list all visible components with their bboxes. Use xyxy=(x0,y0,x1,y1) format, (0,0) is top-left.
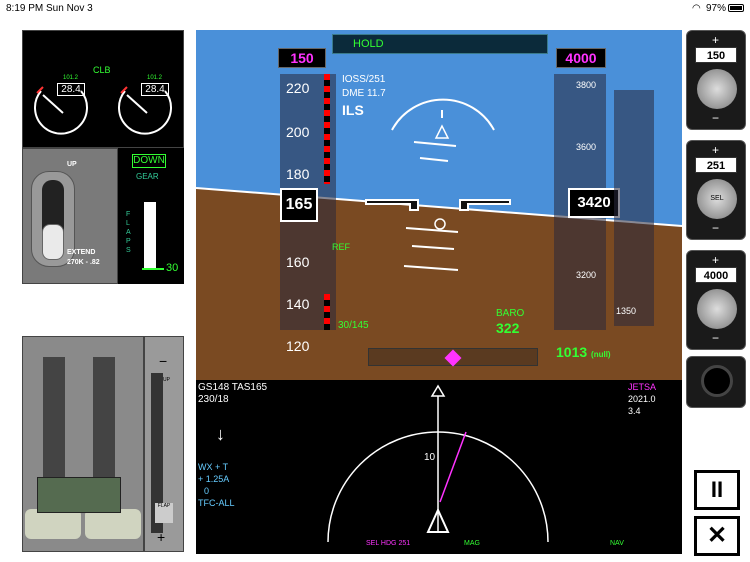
speedbrake-up-label: UP xyxy=(163,377,170,383)
flaps-label: FLAPS xyxy=(126,211,131,254)
wx-line2: + 1.25A xyxy=(198,474,230,484)
primary-flight-display: HOLD IOSS/251 DME 11.7 ILS 150 220 200 1… xyxy=(196,30,682,380)
status-battery: 97% xyxy=(706,3,727,14)
localizer-deviation-scale xyxy=(368,348,538,367)
speed-bug-value: 150 xyxy=(290,50,314,66)
alt-tick: 3200 xyxy=(576,270,597,280)
gear-label: GEAR xyxy=(136,172,159,181)
gear-status-badge: DOWN xyxy=(132,154,166,168)
flaps-panel: DOWN GEAR FLAPS 30 xyxy=(118,148,184,284)
compass-rose xyxy=(327,384,549,543)
heading-increase-icon[interactable]: + xyxy=(712,143,719,157)
status-bar: 8:19 PM Sun Nov 3 ◠ 97% xyxy=(0,0,750,18)
altitude-increase-icon[interactable]: + xyxy=(712,253,719,267)
baro-unit: (null) xyxy=(591,350,611,359)
battery-icon xyxy=(728,4,744,12)
fma-bar: HOLD xyxy=(332,34,548,54)
wx-line1: WX + T xyxy=(198,462,229,472)
speed-tick: 200 xyxy=(286,124,310,140)
heading-knob-label: 251 xyxy=(695,157,737,173)
n1-right-ref: 101.2 xyxy=(147,75,163,81)
speed-tick: 120 xyxy=(286,338,310,354)
heading-knob-panel: + 251 SEL − xyxy=(686,140,746,240)
stall-barber-pole xyxy=(324,294,330,330)
speed-tick: 160 xyxy=(286,254,310,270)
n1-left-value: 28.4 xyxy=(57,83,85,96)
wx-line3: 0 xyxy=(204,486,210,496)
navigation-display: GS148 TAS165 230/18 ↓ WX + T + 1.25A 0 T… xyxy=(196,380,682,554)
vs-value: 1350 xyxy=(616,306,637,316)
ils-ident: IOSS/251 xyxy=(342,74,386,85)
wind: 230/18 xyxy=(198,394,229,405)
range-mark: 10 xyxy=(424,452,436,463)
status-time: 8:19 PM xyxy=(6,3,44,14)
gs-tas: GS148 TAS165 xyxy=(198,382,268,393)
overspeed-barber-pole xyxy=(324,74,330,184)
altitude-decrease-icon[interactable]: − xyxy=(712,331,719,345)
eicas-panel: CLB 101.2 28.4 101.2 28.4 xyxy=(22,30,184,148)
throttle-lever-right[interactable] xyxy=(85,509,141,539)
tfc-mode: TFC-ALL xyxy=(198,498,235,508)
gear-extend-label: EXTEND xyxy=(67,249,96,256)
n1-left-ref: 101.2 xyxy=(63,75,79,81)
speedbrake-plus[interactable]: + xyxy=(157,529,165,545)
nav-label: NAV xyxy=(610,540,624,547)
sel-hdg-label: SEL HDG xyxy=(366,540,397,547)
alt-bug-value: 4000 xyxy=(565,50,597,66)
baro-label: BARO xyxy=(496,308,525,319)
dme-readout: DME 11.7 xyxy=(342,88,386,99)
autopilot-disconnect-button[interactable] xyxy=(701,365,733,397)
alt-tick: 3800 xyxy=(576,80,597,90)
flaps-bar xyxy=(144,202,156,270)
wind-arrow-icon: ↓ xyxy=(216,424,225,444)
thrust-reverser[interactable] xyxy=(37,477,121,513)
localizer-diamond xyxy=(444,349,462,367)
gear-up-label: UP xyxy=(67,161,77,168)
flaps-value: 30 xyxy=(166,262,179,274)
current-speed: 165 xyxy=(285,196,313,213)
baro-value: 322 xyxy=(496,320,520,336)
waypoint-time: 2021.0 xyxy=(628,394,656,404)
ref-label: REF xyxy=(332,242,350,252)
close-button[interactable]: ✕ xyxy=(694,516,740,556)
waypoint-distance: 3.4 xyxy=(628,406,641,416)
speedbrake-panel: − UP FLAP + xyxy=(144,336,184,552)
vertical-speed-indicator: 1350 xyxy=(614,90,654,326)
altitude-knob[interactable] xyxy=(697,289,737,329)
throttle-quadrant xyxy=(22,336,144,552)
mag-label: MAG xyxy=(464,540,480,547)
n1-right-value: 28.4 xyxy=(141,83,169,96)
speed-tick: 220 xyxy=(286,80,310,96)
fma-vertical-mode: HOLD xyxy=(353,38,384,50)
heading-sel-knob[interactable]: SEL xyxy=(697,179,737,219)
speed-knob-panel: + 150 − xyxy=(686,30,746,130)
autopilot-button-panel xyxy=(686,356,746,408)
speed-tick: 140 xyxy=(286,296,310,312)
gear-panel: UP EXTEND 270K - .82 xyxy=(22,148,118,284)
gear-extend-limit: 270K - .82 xyxy=(67,259,100,266)
pause-button[interactable]: II xyxy=(694,470,740,510)
approach-mode: ILS xyxy=(342,102,364,118)
speed-decrease-icon[interactable]: − xyxy=(712,111,719,125)
altitude-knob-panel: + 4000 − xyxy=(686,250,746,350)
heading-decrease-icon[interactable]: − xyxy=(712,221,719,235)
speedbrake-minus[interactable]: − xyxy=(159,353,167,369)
speed-knob-label: 150 xyxy=(695,47,737,63)
alt-tick: 3600 xyxy=(576,142,597,152)
altitude-knob-label: 4000 xyxy=(695,267,737,283)
status-date: Sun Nov 3 xyxy=(46,3,93,14)
waypoint-name: JETSA xyxy=(628,382,657,392)
sel-hdg-value: 251 xyxy=(398,540,411,547)
throttle-lever-left[interactable] xyxy=(25,509,81,539)
speed-increase-icon[interactable]: + xyxy=(712,33,719,47)
speed-knob[interactable] xyxy=(697,69,737,109)
wifi-icon: ◠ xyxy=(692,3,701,14)
speedbrake-handle[interactable]: FLAP xyxy=(155,503,173,523)
current-altitude: 3420 xyxy=(577,194,611,211)
gear-lever-handle[interactable] xyxy=(42,224,64,260)
baro-setting: 1013 xyxy=(556,344,588,360)
speed-tick: 180 xyxy=(286,166,310,182)
flap-speed: 30/145 xyxy=(338,320,369,331)
